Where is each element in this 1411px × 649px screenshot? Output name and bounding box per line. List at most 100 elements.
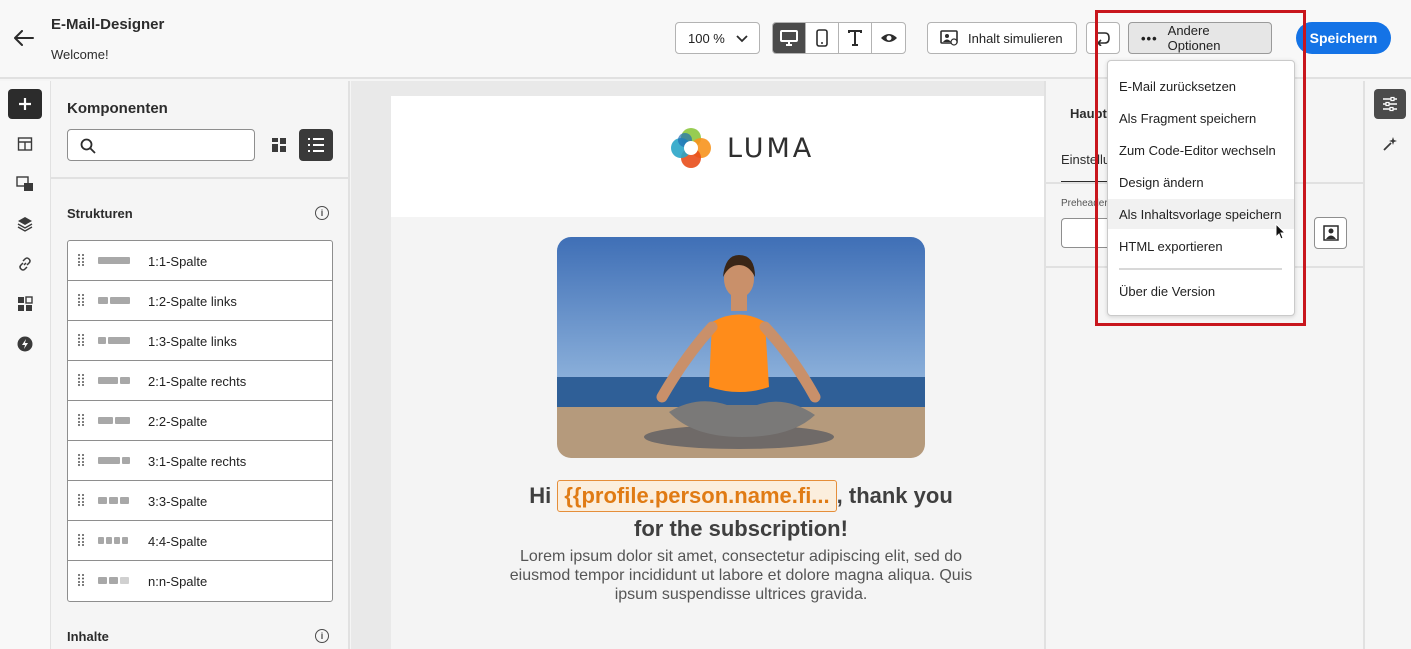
tab-settings[interactable]: Einstellu (1061, 152, 1109, 167)
structure-item[interactable]: n:n-Spalte (68, 561, 332, 601)
menu-item-save-template[interactable]: Als Inhaltsvorlage speichern (1108, 199, 1294, 229)
luma-logo-icon (671, 128, 711, 168)
structures-list: 1:1-Spalte 1:2-Spalte links 1:3-Spalte l… (67, 240, 333, 602)
more-options-menu: E-Mail zurücksetzen Als Fragment speiche… (1107, 60, 1295, 316)
drag-handle-icon[interactable] (78, 534, 84, 546)
simulate-content-button[interactable]: Inhalt simulieren (927, 22, 1077, 54)
zoom-select[interactable]: 100 % (675, 22, 760, 54)
list-view-icon[interactable] (299, 129, 333, 161)
desktop-icon[interactable] (773, 23, 806, 53)
right-rail (1365, 81, 1411, 649)
search-icon (80, 138, 96, 157)
column-layout-icon (98, 297, 130, 304)
structure-label: 1:1-Spalte (148, 254, 208, 269)
mouse-cursor-icon (1275, 223, 1287, 240)
structure-label: 1:2-Spalte links (148, 294, 237, 309)
search-input[interactable] (104, 134, 249, 156)
undo-button[interactable] (1086, 22, 1120, 54)
link-icon[interactable] (8, 249, 42, 279)
text-icon[interactable] (839, 23, 872, 53)
structure-label: n:n-Spalte (148, 574, 208, 589)
magic-wand-icon[interactable] (1374, 129, 1406, 159)
personalization-icon (1322, 225, 1339, 241)
structure-item[interactable]: 2:1-Spalte rechts (68, 361, 332, 401)
drag-handle-icon[interactable] (78, 334, 84, 346)
column-layout-icon (98, 537, 128, 544)
view-mode-group (772, 22, 906, 54)
structure-item[interactable]: 3:3-Spalte (68, 481, 332, 521)
drag-handle-icon[interactable] (78, 454, 84, 466)
simulate-icon (940, 30, 958, 46)
lightning-icon[interactable] (8, 329, 42, 359)
email-name: Welcome! (51, 47, 109, 62)
structure-icon[interactable] (8, 129, 42, 159)
layers-icon[interactable] (8, 209, 42, 239)
assets-icon[interactable] (8, 289, 42, 319)
column-layout-icon (98, 337, 130, 344)
structures-title: Strukturen (67, 206, 133, 221)
structure-label: 3:1-Spalte rechts (148, 454, 247, 469)
preview-eye-icon[interactable] (872, 23, 905, 53)
menu-item-reset-email[interactable]: E-Mail zurücksetzen (1108, 71, 1294, 101)
structure-label: 1:3-Spalte links (148, 334, 237, 349)
info-icon[interactable]: i (315, 629, 329, 643)
menu-item-about-version[interactable]: Über die Version (1108, 276, 1294, 306)
app-title: E-Mail-Designer (51, 16, 165, 33)
mobile-icon[interactable] (806, 23, 839, 53)
column-layout-icon (98, 377, 130, 384)
column-layout-icon (98, 417, 130, 424)
structure-item[interactable]: 4:4-Spalte (68, 521, 332, 561)
save-button[interactable]: Speichern (1296, 22, 1391, 54)
email-canvas: LUMA Hi {{profile.person.name.fi... , th… (351, 81, 1044, 649)
menu-item-code-editor[interactable]: Zum Code-Editor wechseln (1108, 135, 1294, 165)
menu-divider (1119, 268, 1282, 270)
back-arrow-icon[interactable] (12, 26, 36, 50)
menu-item-change-design[interactable]: Design ändern (1108, 167, 1294, 197)
drag-handle-icon[interactable] (78, 494, 84, 506)
drag-handle-icon[interactable] (78, 414, 84, 426)
menu-item-save-fragment[interactable]: Als Fragment speichern (1108, 103, 1294, 133)
components-panel: Komponenten Strukturen i 1:1-Spalte 1:2-… (51, 81, 350, 649)
email-body[interactable]: LUMA Hi {{profile.person.name.fi... , th… (391, 96, 1044, 649)
structure-item[interactable]: 1:3-Spalte links (68, 321, 332, 361)
add-icon[interactable] (8, 89, 42, 119)
column-layout-icon (98, 457, 130, 464)
drag-handle-icon[interactable] (78, 254, 84, 266)
fragment-icon[interactable] (8, 169, 42, 199)
column-layout-icon (98, 497, 129, 504)
structure-label: 2:1-Spalte rechts (148, 374, 247, 389)
info-icon[interactable]: i (315, 206, 329, 220)
email-header[interactable]: LUMA (391, 96, 1044, 217)
preheader-label: Preheader (1061, 198, 1108, 209)
structure-item[interactable]: 1:2-Spalte links (68, 281, 332, 321)
chevron-down-icon (735, 31, 749, 48)
structure-item[interactable]: 3:1-Spalte rechts (68, 441, 332, 481)
hero-image[interactable] (557, 237, 925, 458)
structure-item[interactable]: 2:2-Spalte (68, 401, 332, 441)
luma-logo[interactable]: LUMA (669, 126, 814, 170)
components-title: Komponenten (67, 100, 168, 117)
more-options-button[interactable]: ••• Andere Optionen (1128, 22, 1272, 54)
structure-label: 2:2-Spalte (148, 414, 208, 429)
component-search[interactable] (67, 129, 255, 161)
simulate-label: Inhalt simulieren (968, 30, 1063, 46)
zoom-value: 100 % (688, 30, 725, 46)
menu-item-export-html[interactable]: HTML exportieren (1108, 231, 1294, 261)
greeting-suffix: , thank you (836, 483, 953, 508)
drag-handle-icon[interactable] (78, 574, 84, 586)
panel-divider (51, 177, 348, 179)
more-options-label: Andere Optionen (1167, 23, 1221, 53)
body-paragraph[interactable]: Lorem ipsum dolor sit amet, consectetur … (491, 547, 991, 604)
column-layout-icon (98, 577, 129, 584)
personalization-button[interactable] (1314, 217, 1347, 249)
drag-handle-icon[interactable] (78, 294, 84, 306)
settings-sliders-icon[interactable] (1374, 89, 1406, 119)
structure-item[interactable]: 1:1-Spalte (68, 241, 332, 281)
personalization-token[interactable]: {{profile.person.name.fi... (557, 480, 837, 512)
more-dots-icon: ••• (1141, 30, 1158, 46)
drag-handle-icon[interactable] (78, 374, 84, 386)
grid-view-icon[interactable] (263, 129, 295, 161)
properties-title: Hauptt (1070, 106, 1110, 121)
greeting-heading[interactable]: Hi {{profile.person.name.fi..., thank yo… (391, 479, 1044, 545)
greeting-line2: for the subscription! (634, 516, 848, 541)
